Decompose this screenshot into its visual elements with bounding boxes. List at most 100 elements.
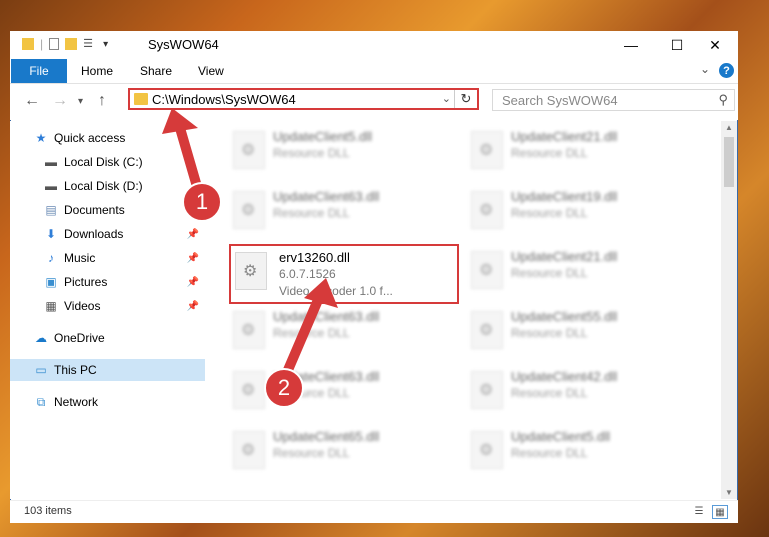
sidebar-item-label: Network (54, 395, 99, 409)
dll-file-icon (471, 371, 503, 409)
sidebar-item-music[interactable]: ♪ Music 📌 (10, 247, 205, 269)
list-item[interactable]: UpdateClient21.dll Resource DLL (465, 245, 685, 297)
file-name: UpdateClient65.dll (273, 429, 380, 444)
chevron-down-icon[interactable]: ⌄ (442, 92, 451, 105)
dll-file-icon (233, 371, 265, 409)
list-item[interactable]: UpdateClient55.dll Resource DLL (465, 305, 685, 357)
folder-icon (134, 93, 148, 105)
sidebar-item-this-pc[interactable]: ▭ This PC (10, 359, 205, 381)
step-1-badge: 1 (182, 182, 222, 222)
sidebar-item-downloads[interactable]: ⬇ Downloads 📌 (10, 223, 205, 245)
file-version: 6.0.7.1526 (279, 267, 336, 281)
list-item[interactable]: UpdateClient5.dll Resource DLL (227, 125, 447, 177)
back-arrow-icon[interactable]: ← (24, 92, 40, 110)
help-icon[interactable]: ? (719, 63, 734, 78)
file-name: UpdateClient42.dll (511, 369, 618, 384)
scrollbar-thumb[interactable] (724, 137, 734, 187)
close-button[interactable]: ✕ (692, 31, 738, 59)
list-item-selected[interactable]: erv13260.dll 6.0.7.1526 Video decoder 1.… (229, 244, 459, 304)
pin-icon[interactable]: 📌 (187, 277, 199, 288)
file-description: Resource DLL (273, 146, 350, 160)
drive-icon: ▬ (45, 155, 57, 169)
sidebar-item-local-disk-c[interactable]: ▬ Local Disk (C:) (10, 151, 205, 173)
file-description: Resource DLL (511, 326, 588, 340)
tab-file[interactable]: File (11, 59, 67, 83)
navigation-pane: ★ Quick access ▬ Local Disk (C:) ▬ Local… (10, 121, 205, 499)
search-icon[interactable]: ⚲ (718, 92, 728, 108)
minimize-button[interactable]: — (608, 31, 654, 59)
file-description: Resource DLL (273, 446, 350, 460)
address-path[interactable]: C:\Windows\SysWOW64 (152, 92, 296, 107)
up-arrow-icon[interactable]: ↑ (98, 92, 106, 110)
list-item[interactable]: UpdateClient19.dll Resource DLL (465, 185, 685, 237)
sidebar-item-onedrive[interactable]: ☁ OneDrive (10, 327, 205, 349)
tab-share[interactable]: Share (140, 64, 172, 78)
sidebar-item-label: Music (64, 251, 96, 265)
sidebar-item-label: Documents (64, 203, 125, 217)
list-item[interactable]: UpdateClient42.dll Resource DLL (465, 365, 685, 417)
file-name: UpdateClient55.dll (511, 309, 618, 324)
sidebar-item-label: Pictures (64, 275, 108, 289)
sidebar-item-network[interactable]: ⧉ Network (10, 391, 205, 413)
sidebar-item-label: Local Disk (D:) (64, 179, 143, 193)
search-input[interactable]: Search SysWOW64 ⚲ (492, 89, 735, 111)
pin-icon[interactable]: 📌 (187, 253, 199, 264)
refresh-icon[interactable]: ↻ (454, 90, 477, 108)
list-item[interactable]: UpdateClient63.dll Resource DLL (227, 185, 447, 237)
customize-icon[interactable]: ☰ (83, 37, 97, 51)
pin-icon[interactable]: 📌 (187, 229, 199, 240)
sidebar-item-videos[interactable]: ▦ Videos 📌 (10, 295, 205, 317)
dll-file-icon (233, 311, 265, 349)
tab-view[interactable]: View (198, 64, 224, 78)
navigation-bar: ← → ▾ ↑ C:\Windows\SysWOW64 ⌄ ↻ Search S… (10, 84, 738, 120)
sidebar-item-label: OneDrive (54, 331, 105, 345)
list-item[interactable]: UpdateClient65.dll Resource DLL (227, 425, 447, 477)
dll-file-icon (471, 431, 503, 469)
folder-icon[interactable] (22, 38, 34, 50)
list-item[interactable]: UpdateClient63.dll Resource DLL (227, 305, 447, 357)
dll-file-icon (233, 431, 265, 469)
item-count: 103 items (24, 505, 72, 517)
sidebar-item-quick-access[interactable]: ★ Quick access (10, 127, 205, 149)
tab-home[interactable]: Home (81, 64, 113, 78)
status-bar: 103 items ☰ ▦ (10, 500, 738, 523)
pictures-icon: ▣ (45, 275, 57, 289)
sidebar-item-documents[interactable]: ▤ Documents (10, 199, 205, 221)
list-item[interactable]: UpdateClient63.dll Resource DLL (227, 365, 447, 417)
file-description: Resource DLL (273, 206, 350, 220)
sidebar-item-local-disk-d[interactable]: ▬ Local Disk (D:) (10, 175, 205, 197)
scroll-up-icon[interactable]: ▲ (725, 123, 733, 132)
file-name: UpdateClient5.dll (511, 429, 611, 444)
file-description: Resource DLL (511, 266, 588, 280)
dll-file-icon (233, 131, 265, 169)
sidebar-item-label: Videos (64, 299, 101, 313)
sidebar-item-pictures[interactable]: ▣ Pictures 📌 (10, 271, 205, 293)
file-description: Video decoder 1.0 f... (279, 284, 393, 298)
file-description: Resource DLL (511, 446, 588, 460)
details-view-icon[interactable]: ☰ (692, 505, 706, 517)
large-icons-view-icon[interactable]: ▦ (712, 505, 728, 519)
cloud-icon: ☁ (35, 331, 47, 345)
sidebar-item-label: Downloads (64, 227, 124, 241)
vertical-scrollbar[interactable]: ▲ ▼ (721, 121, 737, 499)
dll-file-icon (471, 311, 503, 349)
network-icon: ⧉ (36, 394, 46, 409)
star-icon: ★ (35, 131, 47, 145)
file-name: erv13260.dll (279, 250, 350, 265)
new-folder-icon[interactable] (65, 38, 78, 50)
file-name: UpdateClient21.dll (511, 249, 618, 264)
expand-ribbon-icon[interactable]: ⌄ (700, 62, 710, 76)
chevron-down-icon[interactable]: ▾ (103, 39, 108, 50)
address-bar[interactable]: C:\Windows\SysWOW64 ⌄ ↻ (128, 88, 479, 110)
list-item[interactable]: UpdateClient21.dll Resource DLL (465, 125, 685, 177)
list-item[interactable]: UpdateClient5.dll Resource DLL (465, 425, 685, 477)
step-2-badge: 2 (264, 368, 304, 408)
pin-icon[interactable]: 📌 (187, 301, 199, 312)
recent-locations-icon[interactable]: ▾ (78, 96, 83, 107)
properties-icon[interactable] (49, 38, 60, 50)
file-name: UpdateClient19.dll (511, 189, 618, 204)
scroll-down-icon[interactable]: ▼ (725, 488, 733, 497)
dll-file-icon (471, 251, 503, 289)
forward-arrow-icon[interactable]: → (52, 92, 68, 110)
window-title: SysWOW64 (148, 37, 219, 52)
